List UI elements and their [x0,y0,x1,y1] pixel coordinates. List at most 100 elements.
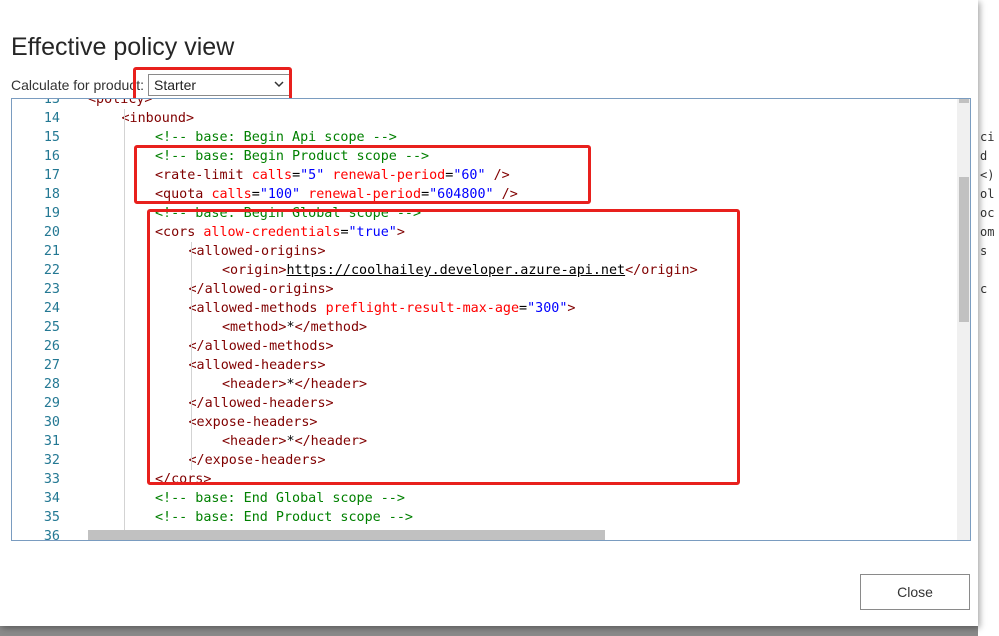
code-token-tag: <allowed-origins> [188,244,326,259]
line-number: 17 [43,168,60,183]
code-token-tag: > [567,301,576,316]
code-text: <quota calls="100" renewal-period="60480… [155,185,518,204]
line-number: 29 [43,396,60,411]
code-token-attr: calls [211,187,252,202]
code-token-tag: <method> [222,320,287,335]
code-token-tag: <rate-limit [155,168,252,183]
code-line: 15 <!-- base: Begin Api scope --> [12,128,957,147]
code-token-text: = [340,225,349,240]
code-token-tag: <header> [222,377,287,392]
background-window-edge: ci d <) ol oc om s c [978,0,999,636]
code-text: <header>*</header> [222,432,367,451]
backdrop-text-fragment: om [980,225,995,239]
scrollbar-top-indicator [959,99,969,103]
product-label: Calculate for product: [11,77,145,93]
backdrop-text-fragment: ci [980,130,995,144]
code-token-comment: <!-- base: End Global scope --> [155,491,405,506]
line-number: 16 [43,149,60,164]
backdrop-text-fragment: d [980,149,988,163]
code-token-tag: </origin> [625,263,698,278]
code-text: </allowed-methods> [189,337,334,356]
code-token-tag: </expose-headers> [188,453,326,468]
line-number: 28 [43,377,60,392]
code-token-str: "60" [453,168,486,183]
line-number: 14 [43,111,60,126]
indent-guide [123,109,125,540]
code-line: 29 </allowed-headers> [12,394,957,413]
code-token-tag: <inbound> [121,111,195,126]
backdrop-text-fragment: oc [980,206,995,220]
code-token-text: = [292,168,301,183]
code-token-str: "604800" [429,187,494,202]
horizontal-scrollbar-thumb[interactable] [88,530,605,540]
backdrop-text-fragment: c [980,282,988,296]
code-line: 14 <inbound> [12,109,957,128]
code-line: 18 <quota calls="100" renewal-period="604… [12,185,957,204]
code-token-url[interactable]: https://coolhailey.developer.azure-api.n… [287,263,626,278]
code-line: 31 <header>*</header> [12,432,957,451]
code-token-comment: <!-- base: End Product scope --> [155,510,413,525]
code-text: </allowed-origins> [189,280,334,299]
code-text: <!-- base: End Product scope --> [155,508,413,527]
code-token-attr: preflight-result-max-age [325,301,520,316]
product-select[interactable]: Starter [148,74,292,96]
code-token-tag: </method> [294,320,368,335]
backdrop-text-fragment: <) [980,168,995,182]
line-number: 24 [43,301,60,316]
code-token-comment: <!-- base: Begin Global scope --> [155,206,422,221]
code-text: </cors> [155,470,211,489]
code-line: 22 <origin>https://coolhailey.developer.a… [12,261,957,280]
close-button[interactable]: Close [860,574,970,610]
code-line: 17 <rate-limit calls="5" renewal-period="… [12,166,957,185]
code-text: <rate-limit calls="5" renewal-period="60… [155,166,510,185]
code-token-tag: <quota [155,187,212,202]
code-token-str: "100" [259,187,301,202]
line-number: 33 [43,472,60,487]
line-number: 22 [43,263,60,278]
code-text: <allowed-methods preflight-result-max-ag… [189,299,576,318]
code-text: </allowed-headers> [189,394,334,413]
code-token-text: * [286,320,295,335]
line-number: 20 [43,225,60,240]
code-token-tag: cy> [128,98,153,107]
code-line: 16 <!-- base: Begin Product scope --> [12,147,957,166]
code-token-text: * [286,434,295,449]
line-number: 15 [43,130,60,145]
line-number: 34 [43,491,60,506]
chevron-down-icon [274,81,284,88]
code-token-tag: <allowed-headers> [188,358,326,373]
code-token-str: "5" [300,168,325,183]
line-number: 36 [43,529,60,541]
code-text: <!-- base: Begin Product scope --> [155,147,429,166]
code-token-tag: > [396,225,405,240]
code-text: <!-- base: End Global scope --> [155,489,405,508]
code-text: <policy> [88,98,153,109]
code-token-tag: </header> [294,377,368,392]
backdrop-text-fragment: ol [980,187,995,201]
code-line: 13 <policy> [12,98,957,109]
line-number: 13 [43,98,60,107]
line-number: 23 [43,282,60,297]
code-token-tag: <poli [88,98,129,107]
code-token-text: = [251,187,260,202]
code-token-tag: /> [493,187,518,202]
vertical-scrollbar[interactable] [957,99,970,540]
code-token-attr: allow-credentials [203,225,341,240]
line-number: 26 [43,339,60,354]
code-token-tag: </allowed-origins> [188,282,334,297]
code-token-attr: renewal-period [308,187,422,202]
line-number: 32 [43,453,60,468]
code-line: 21 <allowed-origins> [12,242,957,261]
code-token-attr: calls [251,168,293,183]
code-line: 26 </allowed-methods> [12,337,957,356]
vertical-scrollbar-thumb[interactable] [959,177,969,322]
code-text: <allowed-headers> [189,356,326,375]
backdrop-text-fragment: s [980,244,988,258]
code-token-str: "300" [527,301,568,316]
code-line: 28 <header>*</header> [12,375,957,394]
code-text: <!-- base: Begin Api scope --> [155,128,397,147]
policy-code-editor[interactable]: 13 <policy> 14 <inbound> 15 <!-- base: Begin … [11,98,971,541]
line-number: 35 [43,510,60,525]
code-line: 35 <!-- base: End Product scope --> [12,508,957,527]
